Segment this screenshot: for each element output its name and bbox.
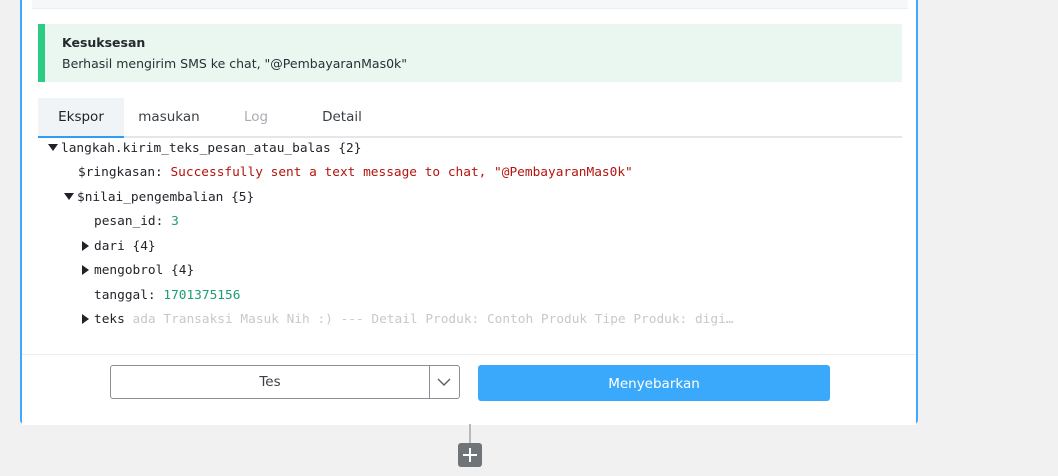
date-value: 1701375156 xyxy=(163,288,241,303)
success-banner: Kesuksesan Berhasil mengirim SMS ke chat… xyxy=(38,24,902,82)
caret-right-icon[interactable] xyxy=(82,264,89,275)
caret-down-icon[interactable] xyxy=(48,144,58,151)
summary-key: $ringkasan: xyxy=(78,165,163,180)
tree-date-row: tanggal: 1701375156 xyxy=(94,287,240,305)
banner-message: Berhasil mengirim SMS ke chat, "@Pembaya… xyxy=(62,56,408,71)
text-preview: ada Transaksi Masuk Nih :) --- Detail Pr… xyxy=(132,312,734,327)
tab-export[interactable]: Ekspor xyxy=(38,98,124,138)
tree-return-row[interactable]: $nilai_pengembalian {5} xyxy=(64,189,254,207)
step-panel: Kesuksesan Berhasil mengirim SMS ke chat… xyxy=(20,0,918,425)
export-tree: langkah.kirim_teks_pesan_atau_balas {2} … xyxy=(48,141,908,346)
from-label: dari {4} xyxy=(94,239,156,254)
tree-root-row[interactable]: langkah.kirim_teks_pesan_atau_balas {2} xyxy=(48,140,361,158)
tree-summary-row: $ringkasan: Successfully sent a text mes… xyxy=(78,164,633,182)
tab-input[interactable]: masukan xyxy=(126,98,212,136)
tab-log[interactable]: Log xyxy=(214,98,298,136)
message-id-value: 3 xyxy=(171,214,179,229)
publish-button[interactable]: Menyebarkan xyxy=(478,365,830,401)
select-divider xyxy=(429,366,430,398)
tree-text-row[interactable]: teks ada Transaksi Masuk Nih :) --- Deta… xyxy=(82,311,734,329)
chevron-down-icon[interactable] xyxy=(435,377,453,387)
caret-right-icon[interactable] xyxy=(82,240,89,251)
test-select-value[interactable]: Tes xyxy=(111,366,429,398)
tree-root-label: langkah.kirim_teks_pesan_atau_balas {2} xyxy=(61,141,362,156)
caret-right-icon[interactable] xyxy=(82,313,89,324)
text-key: teks xyxy=(94,312,125,327)
flow-connector xyxy=(469,424,471,444)
chat-label: mengobrol {4} xyxy=(94,263,195,278)
return-label: $nilai_pengembalian {5} xyxy=(77,190,255,205)
result-tabs: Ekspor masukan Log Detail xyxy=(38,98,902,138)
banner-title: Kesuksesan xyxy=(62,35,146,50)
summary-value: Successfully sent a text message to chat… xyxy=(170,165,633,180)
tab-detail[interactable]: Detail xyxy=(300,98,384,136)
tree-from-row[interactable]: dari {4} xyxy=(82,238,156,256)
test-select[interactable]: Tes xyxy=(110,365,460,399)
tree-message-id-row: pesan_id: 3 xyxy=(94,213,179,231)
plus-icon[interactable] xyxy=(458,443,482,467)
tree-chat-row[interactable]: mengobrol {4} xyxy=(82,262,194,280)
date-key: tanggal: xyxy=(94,288,156,303)
panel-header-strip xyxy=(32,0,908,9)
message-id-key: pesan_id: xyxy=(94,214,164,229)
panel-footer: Tes Menyebarkan xyxy=(22,354,916,425)
caret-down-icon[interactable] xyxy=(64,193,74,200)
